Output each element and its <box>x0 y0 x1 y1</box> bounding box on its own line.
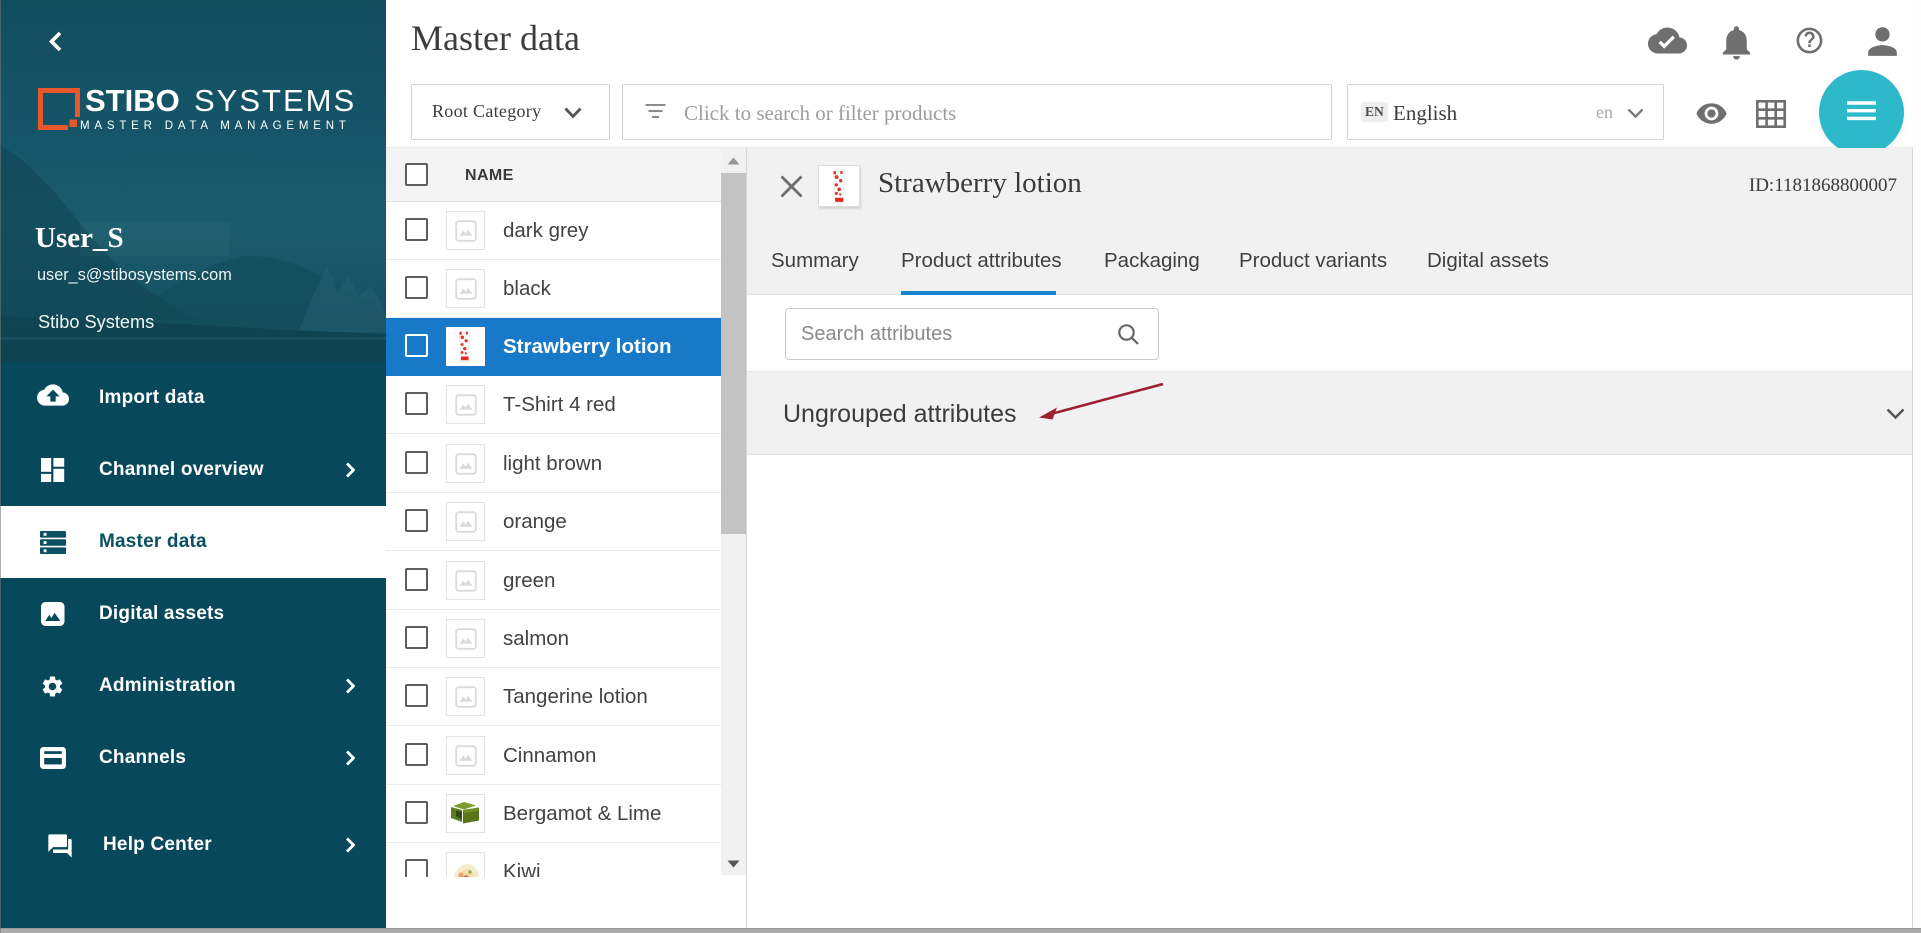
svg-text:SYSTEMS: SYSTEMS <box>194 83 354 118</box>
svg-text:MASTER DATA MANAGEMENT: MASTER DATA MANAGEMENT <box>80 120 351 132</box>
svg-text:STIBO: STIBO <box>85 83 180 118</box>
